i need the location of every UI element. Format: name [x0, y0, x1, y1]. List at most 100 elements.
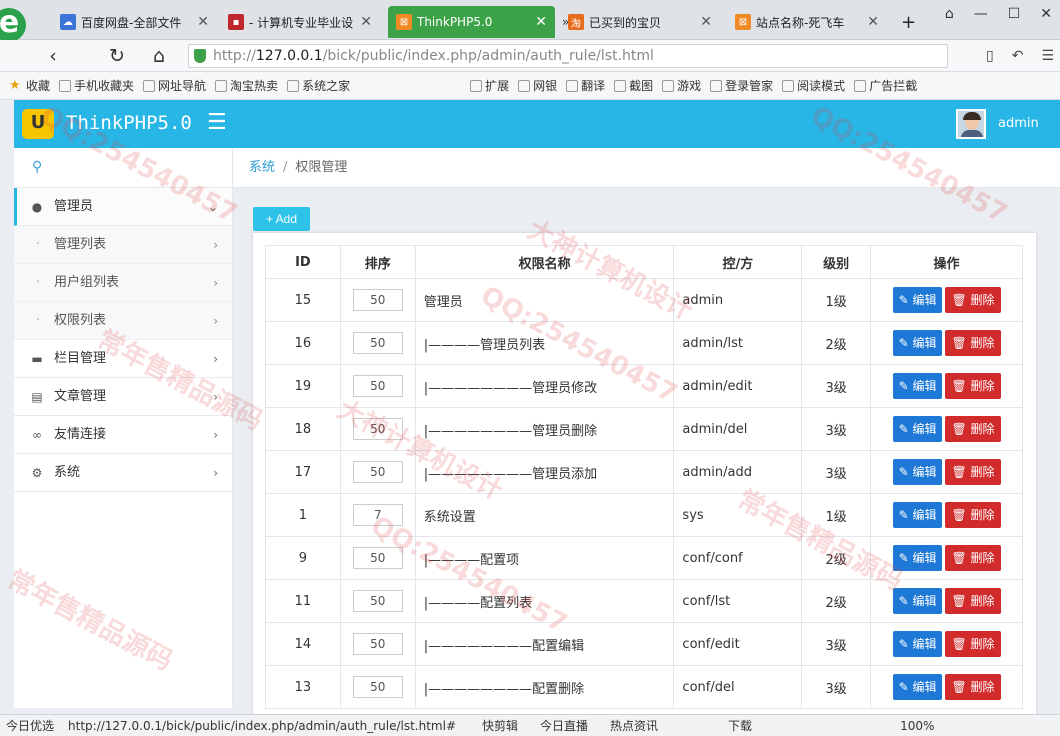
browser-window: e ☁ 百度网盘-全部文件 ✕ ▪ - 计算机专业毕业设 ✕ ⊠ ThinkPH…: [0, 0, 1060, 736]
edit-button[interactable]: ✎ 编辑: [892, 373, 943, 399]
sidebar-item-links[interactable]: ∞ 友情连接 ›: [14, 416, 232, 454]
close-icon[interactable]: ✕: [867, 14, 879, 30]
sidebar-subitem-admin-list[interactable]: · 管理列表 ›: [14, 226, 232, 264]
close-icon[interactable]: ✕: [360, 14, 372, 30]
cell-rule-name: |————————配置删除: [414, 665, 675, 709]
edit-button[interactable]: ✎ 编辑: [892, 287, 943, 313]
sort-input[interactable]: [352, 461, 403, 483]
add-button[interactable]: + Add: [253, 207, 310, 231]
sort-input[interactable]: [352, 375, 403, 397]
delete-button[interactable]: 🗑 删除: [945, 287, 1001, 313]
status-download[interactable]: 下载: [728, 717, 752, 734]
delete-button[interactable]: 🗑 删除: [945, 416, 1001, 442]
bookmark-favorites[interactable]: ★ 收藏: [9, 77, 50, 94]
sidebar-subitem-group-list[interactable]: · 用户组列表 ›: [14, 264, 232, 302]
sidebar-item-article[interactable]: ▤ 文章管理 ›: [14, 378, 232, 416]
delete-button[interactable]: 🗑 删除: [945, 373, 1001, 399]
edit-button[interactable]: ✎ 编辑: [892, 416, 943, 442]
bookmark-games[interactable]: 游戏: [662, 77, 701, 94]
bookmark-taobao[interactable]: 淘宝热卖: [215, 77, 278, 94]
tab-baidu-pan[interactable]: ☁ 百度网盘-全部文件 ✕: [52, 6, 217, 38]
bookmark-screenshot[interactable]: 截图: [614, 77, 653, 94]
menu-icon[interactable]: ☰: [1041, 48, 1054, 64]
undo-icon[interactable]: ↶: [1012, 48, 1024, 64]
delete-button[interactable]: 🗑 删除: [945, 502, 1001, 528]
bookmark-mobile[interactable]: 手机收藏夹: [59, 77, 134, 94]
reload-icon[interactable]: ↻: [106, 44, 128, 68]
sort-input[interactable]: [352, 590, 403, 612]
delete-button[interactable]: 🗑 删除: [945, 631, 1001, 657]
skin-icon[interactable]: ⌂: [945, 6, 954, 22]
status-zoom[interactable]: 100%: [900, 719, 934, 733]
sidebar-item-system[interactable]: ⚙ 系统 ›: [14, 454, 232, 492]
delete-button[interactable]: 🗑 删除: [945, 459, 1001, 485]
tab-thinkphp[interactable]: ⊠ ThinkPHP5.0 ✕: [388, 6, 555, 38]
close-icon[interactable]: ✕: [197, 14, 209, 30]
trash-icon: 🗑: [951, 379, 971, 393]
status-clip[interactable]: 快剪辑: [482, 717, 518, 734]
back-icon[interactable]: ‹: [42, 44, 64, 68]
sidebar-item-admin[interactable]: ● 管理员 ⌄: [14, 188, 232, 226]
tab-site[interactable]: ⊠ 站点名称-死飞车 ✕: [727, 6, 887, 38]
table-row: 16|————管理员列表admin/lst2级✎ 编辑🗑 删除: [265, 321, 1023, 365]
cell-id: 1: [265, 493, 341, 537]
edit-button[interactable]: ✎ 编辑: [892, 545, 943, 571]
edit-button[interactable]: ✎ 编辑: [892, 588, 943, 614]
delete-button[interactable]: 🗑 删除: [945, 545, 1001, 571]
delete-button[interactable]: 🗑 删除: [945, 330, 1001, 356]
sort-input[interactable]: [352, 547, 403, 569]
new-tab-button[interactable]: +: [893, 6, 919, 38]
bookmark-nav[interactable]: 网址导航: [143, 77, 206, 94]
cell-controller: admin/lst: [673, 321, 803, 365]
mobile-icon: [59, 79, 72, 92]
close-window-icon[interactable]: ✕: [1040, 6, 1052, 22]
url-input[interactable]: http://127.0.0.1/bick/public/index.php/a…: [188, 44, 948, 68]
mobile-icon[interactable]: ▯: [986, 48, 994, 64]
maximize-icon[interactable]: ☐: [1008, 6, 1021, 22]
window-controls: ⌂ — ☐ ✕: [945, 6, 1052, 22]
sort-input[interactable]: [352, 289, 403, 311]
delete-button[interactable]: 🗑 删除: [945, 674, 1001, 700]
edit-button[interactable]: ✎ 编辑: [892, 459, 943, 485]
tab-taobao[interactable]: 淘 已买到的宝贝 ✕: [560, 6, 720, 38]
delete-button[interactable]: 🗑 删除: [945, 588, 1001, 614]
status-news[interactable]: 热点资讯: [610, 717, 658, 734]
tab-graduation[interactable]: ▪ - 计算机专业毕业设 ✕: [220, 6, 380, 38]
sort-input[interactable]: [352, 332, 403, 354]
sort-input[interactable]: [352, 504, 403, 526]
status-today-picks[interactable]: 今日优选: [6, 717, 54, 734]
hamburger-icon[interactable]: ☰: [207, 110, 227, 135]
sort-input[interactable]: [352, 676, 403, 698]
block-icon: [854, 79, 867, 92]
bookmark-adblock[interactable]: 广告拦截: [854, 77, 917, 94]
edit-button[interactable]: ✎ 编辑: [892, 502, 943, 528]
home-icon[interactable]: ⌂: [148, 44, 170, 68]
minimize-icon[interactable]: —: [974, 6, 988, 22]
sort-input[interactable]: [352, 418, 403, 440]
edit-button[interactable]: ✎ 编辑: [892, 674, 943, 700]
bookmark-login[interactable]: 登录管家: [710, 77, 773, 94]
edit-button[interactable]: ✎ 编辑: [892, 631, 943, 657]
bookmark-extensions[interactable]: 扩展: [470, 77, 509, 94]
close-icon[interactable]: ✕: [535, 14, 547, 30]
cell-rule-name: 管理员: [414, 278, 675, 322]
cell-level: 1级: [801, 278, 872, 322]
sidebar-item-category[interactable]: ▬ 栏目管理 ›: [14, 340, 232, 378]
bookmark-system[interactable]: 系统之家: [287, 77, 350, 94]
search-icon[interactable]: ⚲: [32, 159, 42, 175]
bookmark-translate[interactable]: 翻译: [566, 77, 605, 94]
bookmark-bank[interactable]: 网银: [518, 77, 557, 94]
cell-controller: admin/add: [673, 450, 803, 494]
sidebar-search[interactable]: ⚲: [14, 148, 232, 188]
close-icon[interactable]: ✕: [700, 14, 712, 30]
sort-input[interactable]: [352, 633, 403, 655]
chevron-right-icon: ›: [213, 428, 218, 442]
sidebar-subitem-rule-list[interactable]: · 权限列表 ›: [14, 302, 232, 340]
cell-id: 13: [265, 665, 341, 709]
edit-button[interactable]: ✎ 编辑: [892, 330, 943, 356]
user-name[interactable]: admin: [998, 116, 1039, 131]
avatar[interactable]: [956, 109, 986, 139]
breadcrumb-root[interactable]: 系统: [249, 160, 275, 175]
status-live[interactable]: 今日直播: [540, 717, 588, 734]
bookmark-reader[interactable]: 阅读模式: [782, 77, 845, 94]
